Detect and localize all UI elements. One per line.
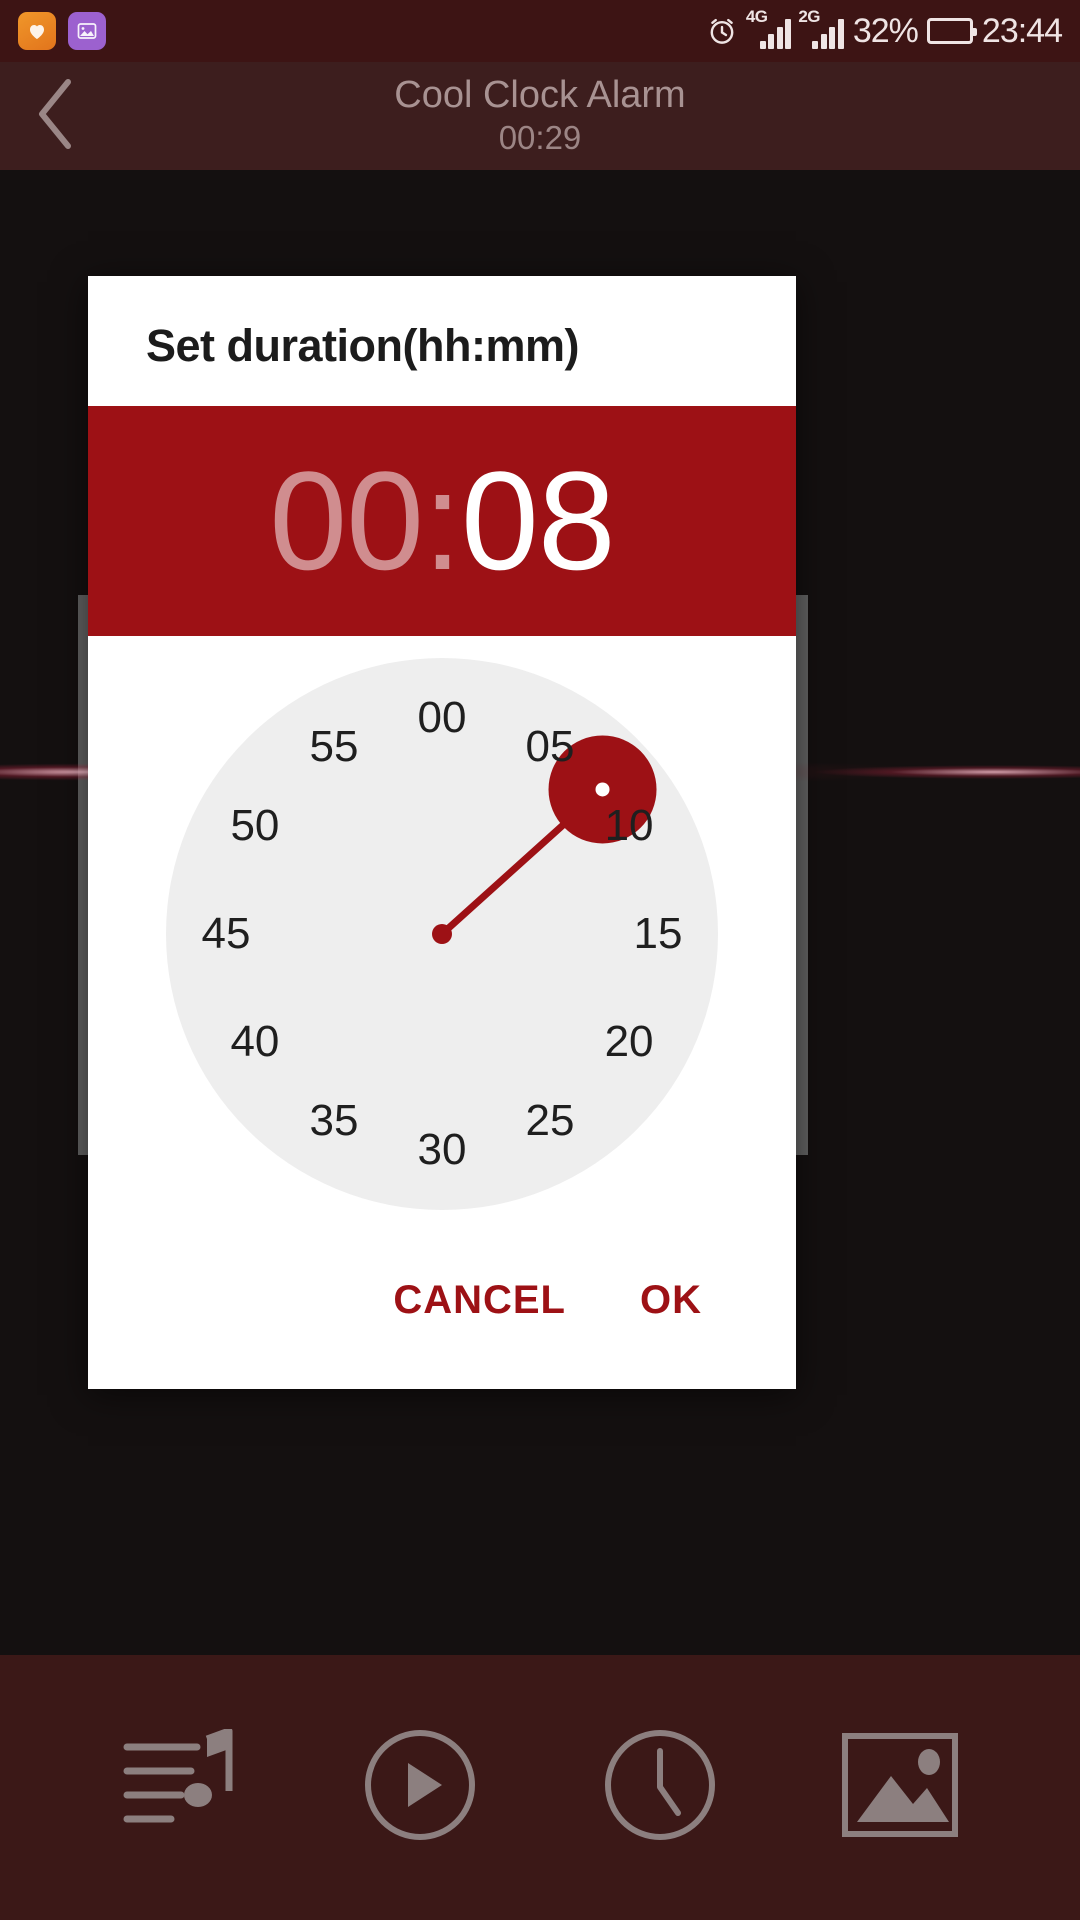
time-hours[interactable]: 00	[269, 451, 424, 591]
clock-face[interactable]: 00 05 10 15 20 25 30 35 40 45 50 55	[166, 658, 718, 1210]
back-chevron-icon	[28, 74, 82, 159]
nav-item-gallery[interactable]	[825, 1713, 975, 1863]
dialog-actions: CANCEL OK	[88, 1256, 796, 1389]
status-bar-indicators: 4G 2G 32% 23:44	[705, 7, 1063, 51]
clock-center-dot	[432, 924, 452, 944]
set-duration-dialog: Set duration(hh:mm) 00 : 08 00 05 10 15 20 25…	[88, 276, 796, 1389]
playlist-music-icon	[119, 1727, 241, 1846]
signal-4g: 4G	[746, 7, 792, 49]
time-separator: :	[423, 442, 462, 599]
clock-number-20[interactable]: 20	[605, 1017, 654, 1067]
clock-number-35[interactable]: 35	[310, 1096, 359, 1146]
bottom-navigation-bar	[0, 1655, 1080, 1920]
signal-2g: 2G	[798, 7, 844, 49]
page-title: Cool Clock Alarm	[394, 74, 686, 117]
status-bar-clock: 23:44	[981, 11, 1063, 50]
dialog-header: Set duration(hh:mm)	[88, 276, 796, 406]
signal-2g-label: 2G	[798, 7, 821, 26]
nav-item-play[interactable]	[345, 1713, 495, 1863]
status-bar: 4G 2G 32% 23:44	[0, 0, 1080, 62]
title-block: Cool Clock Alarm 00:29	[0, 74, 1080, 157]
clock-number-45[interactable]: 45	[202, 909, 251, 959]
time-value: 00 : 08	[269, 442, 616, 599]
nav-item-playlist[interactable]	[105, 1713, 255, 1863]
time-minutes[interactable]: 08	[461, 451, 616, 591]
nav-item-clock[interactable]	[585, 1713, 735, 1863]
clock-selector-center-dot	[595, 782, 610, 797]
ok-button[interactable]: OK	[634, 1268, 708, 1333]
clock-number-05[interactable]: 05	[526, 722, 575, 772]
clock-number-10[interactable]: 10	[605, 801, 654, 851]
clock-number-00[interactable]: 00	[418, 693, 467, 743]
dialog-title: Set duration(hh:mm)	[146, 320, 579, 371]
clock-number-15[interactable]: 15	[634, 909, 683, 959]
back-button[interactable]	[0, 62, 110, 170]
time-display: 00 : 08	[88, 406, 796, 636]
clock-number-30[interactable]: 30	[418, 1125, 467, 1175]
clock-number-55[interactable]: 55	[310, 722, 359, 772]
clock-icon	[600, 1725, 720, 1850]
cancel-button[interactable]: CANCEL	[387, 1268, 572, 1333]
clock-number-25[interactable]: 25	[526, 1096, 575, 1146]
health-app-icon	[18, 12, 56, 50]
title-bar: Cool Clock Alarm 00:29	[0, 62, 1080, 170]
play-circle-icon	[360, 1725, 480, 1850]
battery-percent: 32%	[852, 11, 919, 50]
status-bar-app-icons	[18, 12, 106, 50]
clock-number-40[interactable]: 40	[230, 1017, 279, 1067]
signal-4g-label: 4G	[745, 7, 768, 26]
clock-picker[interactable]: 00 05 10 15 20 25 30 35 40 45 50 55	[88, 636, 796, 1256]
battery-icon	[926, 18, 977, 44]
gallery-app-icon	[68, 12, 106, 50]
page-subtitle: 00:29	[498, 119, 582, 157]
alarm-clock-icon	[705, 14, 739, 48]
clock-number-50[interactable]: 50	[230, 801, 279, 851]
image-gallery-icon	[839, 1730, 961, 1845]
